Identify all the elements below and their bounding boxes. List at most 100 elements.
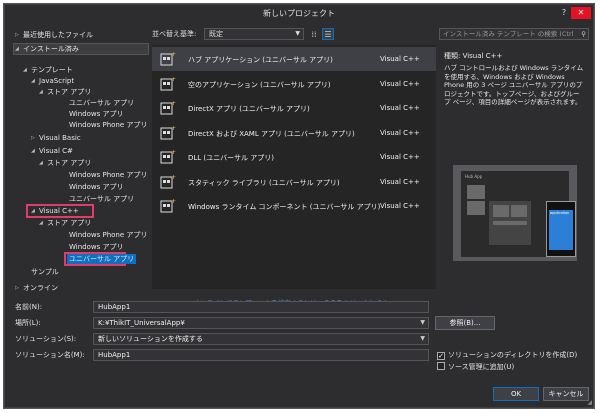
expand-arrow-icon: ▷ <box>15 32 19 38</box>
template-language: Visual C++ <box>380 79 420 88</box>
preview-tile <box>467 185 485 199</box>
browse-button[interactable]: 参照(B)... <box>435 316 495 330</box>
collapse-arrow-icon: ◢ <box>39 160 43 166</box>
preview-phone-screen: application <box>549 210 573 250</box>
svg-text:++: ++ <box>171 51 176 58</box>
tree-item-cs-phone[interactable]: Windows Phone アプリ <box>69 170 147 180</box>
cancel-button[interactable]: キャンセル <box>543 387 589 401</box>
template-name: ハブ アプリケーション (ユニバーサル アプリ) <box>188 56 333 64</box>
source-control-checkbox[interactable]: ソース管理に追加(U) <box>437 362 514 372</box>
tree-item-js-phone[interactable]: Windows Phone アプリ <box>69 120 147 130</box>
preview-inner-window <box>489 201 531 245</box>
svg-text:++: ++ <box>171 174 176 181</box>
grid-view-icon[interactable]: ⁞⁞ <box>308 28 320 40</box>
template-name: スタティック ライブラリ (ユニバーサル アプリ) <box>188 178 340 187</box>
project-form: 名前(N): HubApp1 場所(L): K:¥ThikIT_Universa… <box>13 301 589 405</box>
template-type: 種類: Visual C++ <box>444 52 503 60</box>
solution-select[interactable]: 新しいソリューションを作成する ▼ <box>93 333 429 345</box>
template-row[interactable]: ++ Windows ランタイム コンポーネント (ユニバーサル アプリ)Visu… <box>152 194 436 218</box>
tree-item-javascript[interactable]: ◢ JavaScript <box>31 76 74 86</box>
solution-label: ソリューション(S): <box>15 335 77 343</box>
template-name: DirectX アプリ (ユニバーサル アプリ) <box>188 105 310 113</box>
tree-item-cpp-windows[interactable]: Windows アプリ <box>69 242 123 252</box>
chevron-down-icon: ▼ <box>420 335 425 342</box>
sort-label: 並べ替え基準: <box>152 30 197 38</box>
template-language: Visual C++ <box>380 55 420 63</box>
tree-item-cs-universal[interactable]: ユニバーサル アプリ <box>69 194 134 204</box>
checkbox-checked-icon: ✓ <box>437 352 445 360</box>
template-row[interactable]: ++ DirectX アプリ (ユニバーサル アプリ) Visual C++ <box>152 96 436 120</box>
tree-item-cpp[interactable]: ◢ Visual C++ <box>31 206 79 216</box>
template-row[interactable]: ++ ハブ アプリケーション (ユニバーサル アプリ) Visual C++ <box>152 47 436 71</box>
preview-tile <box>511 205 527 217</box>
directx-app-icon: ++ <box>160 100 181 116</box>
tree-item-js-universal[interactable]: ユニバーサル アプリ <box>69 98 134 108</box>
tree-item-js-store[interactable]: ◢ ストア アプリ <box>39 87 91 97</box>
sort-bar: 並べ替え基準: 既定 ▼ ⁞⁞ ☰ <box>152 27 436 41</box>
collapse-arrow-icon: ◢ <box>31 78 35 84</box>
solution-name-field[interactable]: HubApp1 <box>93 349 429 361</box>
collapse-arrow-icon: ◢ <box>31 148 35 154</box>
tree-item-samples[interactable]: サンプル <box>31 267 59 277</box>
tree-item-templates[interactable]: ◢ テンプレート <box>23 65 73 75</box>
static-library-icon: ++ <box>160 174 181 190</box>
checkbox-icon <box>437 362 445 370</box>
name-label: 名前(N): <box>15 303 43 311</box>
chevron-down-icon: ▼ <box>420 319 425 326</box>
template-language: Visual C++ <box>380 177 420 186</box>
template-name: DLL (ユニバーサル アプリ) <box>188 154 274 162</box>
solution-name-label: ソリューション名(M): <box>15 351 85 359</box>
template-list: ++ ハブ アプリケーション (ユニバーサル アプリ) Visual C++ ++ 空の… <box>152 45 436 289</box>
template-tree: ▷ 最近使用したファイル ◢ インストール済み ◢ テンプレート ◢ JavaScrip… <box>13 27 149 292</box>
template-language: Visual C++ <box>380 153 420 161</box>
template-description: ハブ コントロールおよび Windows ランタイムを使用する、Windows … <box>444 64 584 106</box>
resize-grip-icon[interactable]: ◢ <box>587 399 592 406</box>
template-row[interactable]: ++ DLL (ユニバーサル アプリ) Visual C++ <box>152 145 436 169</box>
tree-item-installed[interactable]: ◢ インストール済み <box>15 44 79 54</box>
location-field[interactable]: K:¥ThikIT_UniversalApp¥ ▼ <box>93 317 429 329</box>
tree-item-visual-basic[interactable]: ▷ Visual Basic <box>31 133 81 143</box>
template-language: Visual C++ <box>380 202 420 210</box>
create-directory-checkbox[interactable]: ✓ ソリューションのディレクトリを作成(D) <box>437 350 577 360</box>
list-view-icon[interactable]: ☰ <box>322 28 334 40</box>
svg-text:++: ++ <box>171 125 176 132</box>
location-label: 場所(L): <box>15 319 41 327</box>
template-list-pane: 並べ替え基準: 既定 ▼ ⁞⁞ ☰ ++ ハブ アプリケーション (ユニバーサル … <box>152 27 436 307</box>
preview-tile <box>493 205 509 217</box>
collapse-arrow-icon: ◢ <box>23 67 27 73</box>
tree-item-cs-windows[interactable]: Windows アプリ <box>69 182 123 192</box>
template-name: DirectX および XAML アプリ (ユニバーサル アプリ) <box>188 129 355 138</box>
expand-arrow-icon: ▷ <box>15 285 19 291</box>
search-input[interactable]: インストール済み テンプレート の検索 (Ctrl ⚲ <box>439 28 589 40</box>
ok-button[interactable]: OK <box>493 387 539 401</box>
search-icon: ⚲ <box>581 30 586 38</box>
help-button[interactable]: ? <box>557 7 571 19</box>
tree-item-online[interactable]: ▷ オンライン <box>15 283 58 293</box>
template-preview-image: Hub App application <box>453 165 577 261</box>
template-name: 空のアプリケーション (ユニバーサル アプリ) <box>188 80 331 89</box>
dll-icon: ++ <box>160 149 181 165</box>
tree-item-cs-store[interactable]: ◢ ストア アプリ <box>39 158 91 168</box>
tree-item-recent[interactable]: ▷ 最近使用したファイル <box>15 30 93 40</box>
tree-item-cpp-store[interactable]: ◢ ストア アプリ <box>39 218 91 228</box>
preview-phone-caption: application <box>550 211 570 215</box>
name-field[interactable]: HubApp1 <box>93 301 429 313</box>
template-name: Windows ランタイム コンポーネント (ユニバーサル アプリ) <box>188 203 381 211</box>
expand-arrow-icon: ▷ <box>31 135 35 141</box>
template-row[interactable]: ++ スタティック ライブラリ (ユニバーサル アプリ) Visual C++ <box>152 170 436 194</box>
chevron-down-icon: ▼ <box>295 30 300 37</box>
template-row[interactable]: ++ 空のアプリケーション (ユニバーサル アプリ) Visual C++ <box>152 72 436 96</box>
tree-item-csharp[interactable]: ◢ Visual C# <box>31 146 73 156</box>
new-project-dialog: 新しいプロジェクト ? ✕ ▷ 最近使用したファイル ◢ インストール済み ◢ テンプ… <box>4 4 594 408</box>
hub-app-icon: ++ <box>160 51 181 67</box>
close-button[interactable]: ✕ <box>571 7 591 19</box>
blank-app-icon: ++ <box>160 76 181 92</box>
tree-item-js-windows[interactable]: Windows アプリ <box>69 109 123 119</box>
svg-text:++: ++ <box>171 198 176 205</box>
tree-item-cpp-phone[interactable]: Windows Phone アプリ <box>69 230 147 240</box>
template-row[interactable]: ++ DirectX および XAML アプリ (ユニバーサル アプリ) Visua… <box>152 121 436 145</box>
tree-item-cpp-universal[interactable]: ユニバーサル アプリ <box>67 254 137 264</box>
preview-tile <box>493 221 527 225</box>
sort-select[interactable]: 既定 ▼ <box>204 28 304 40</box>
dialog-title: 新しいプロジェクト <box>263 9 335 18</box>
